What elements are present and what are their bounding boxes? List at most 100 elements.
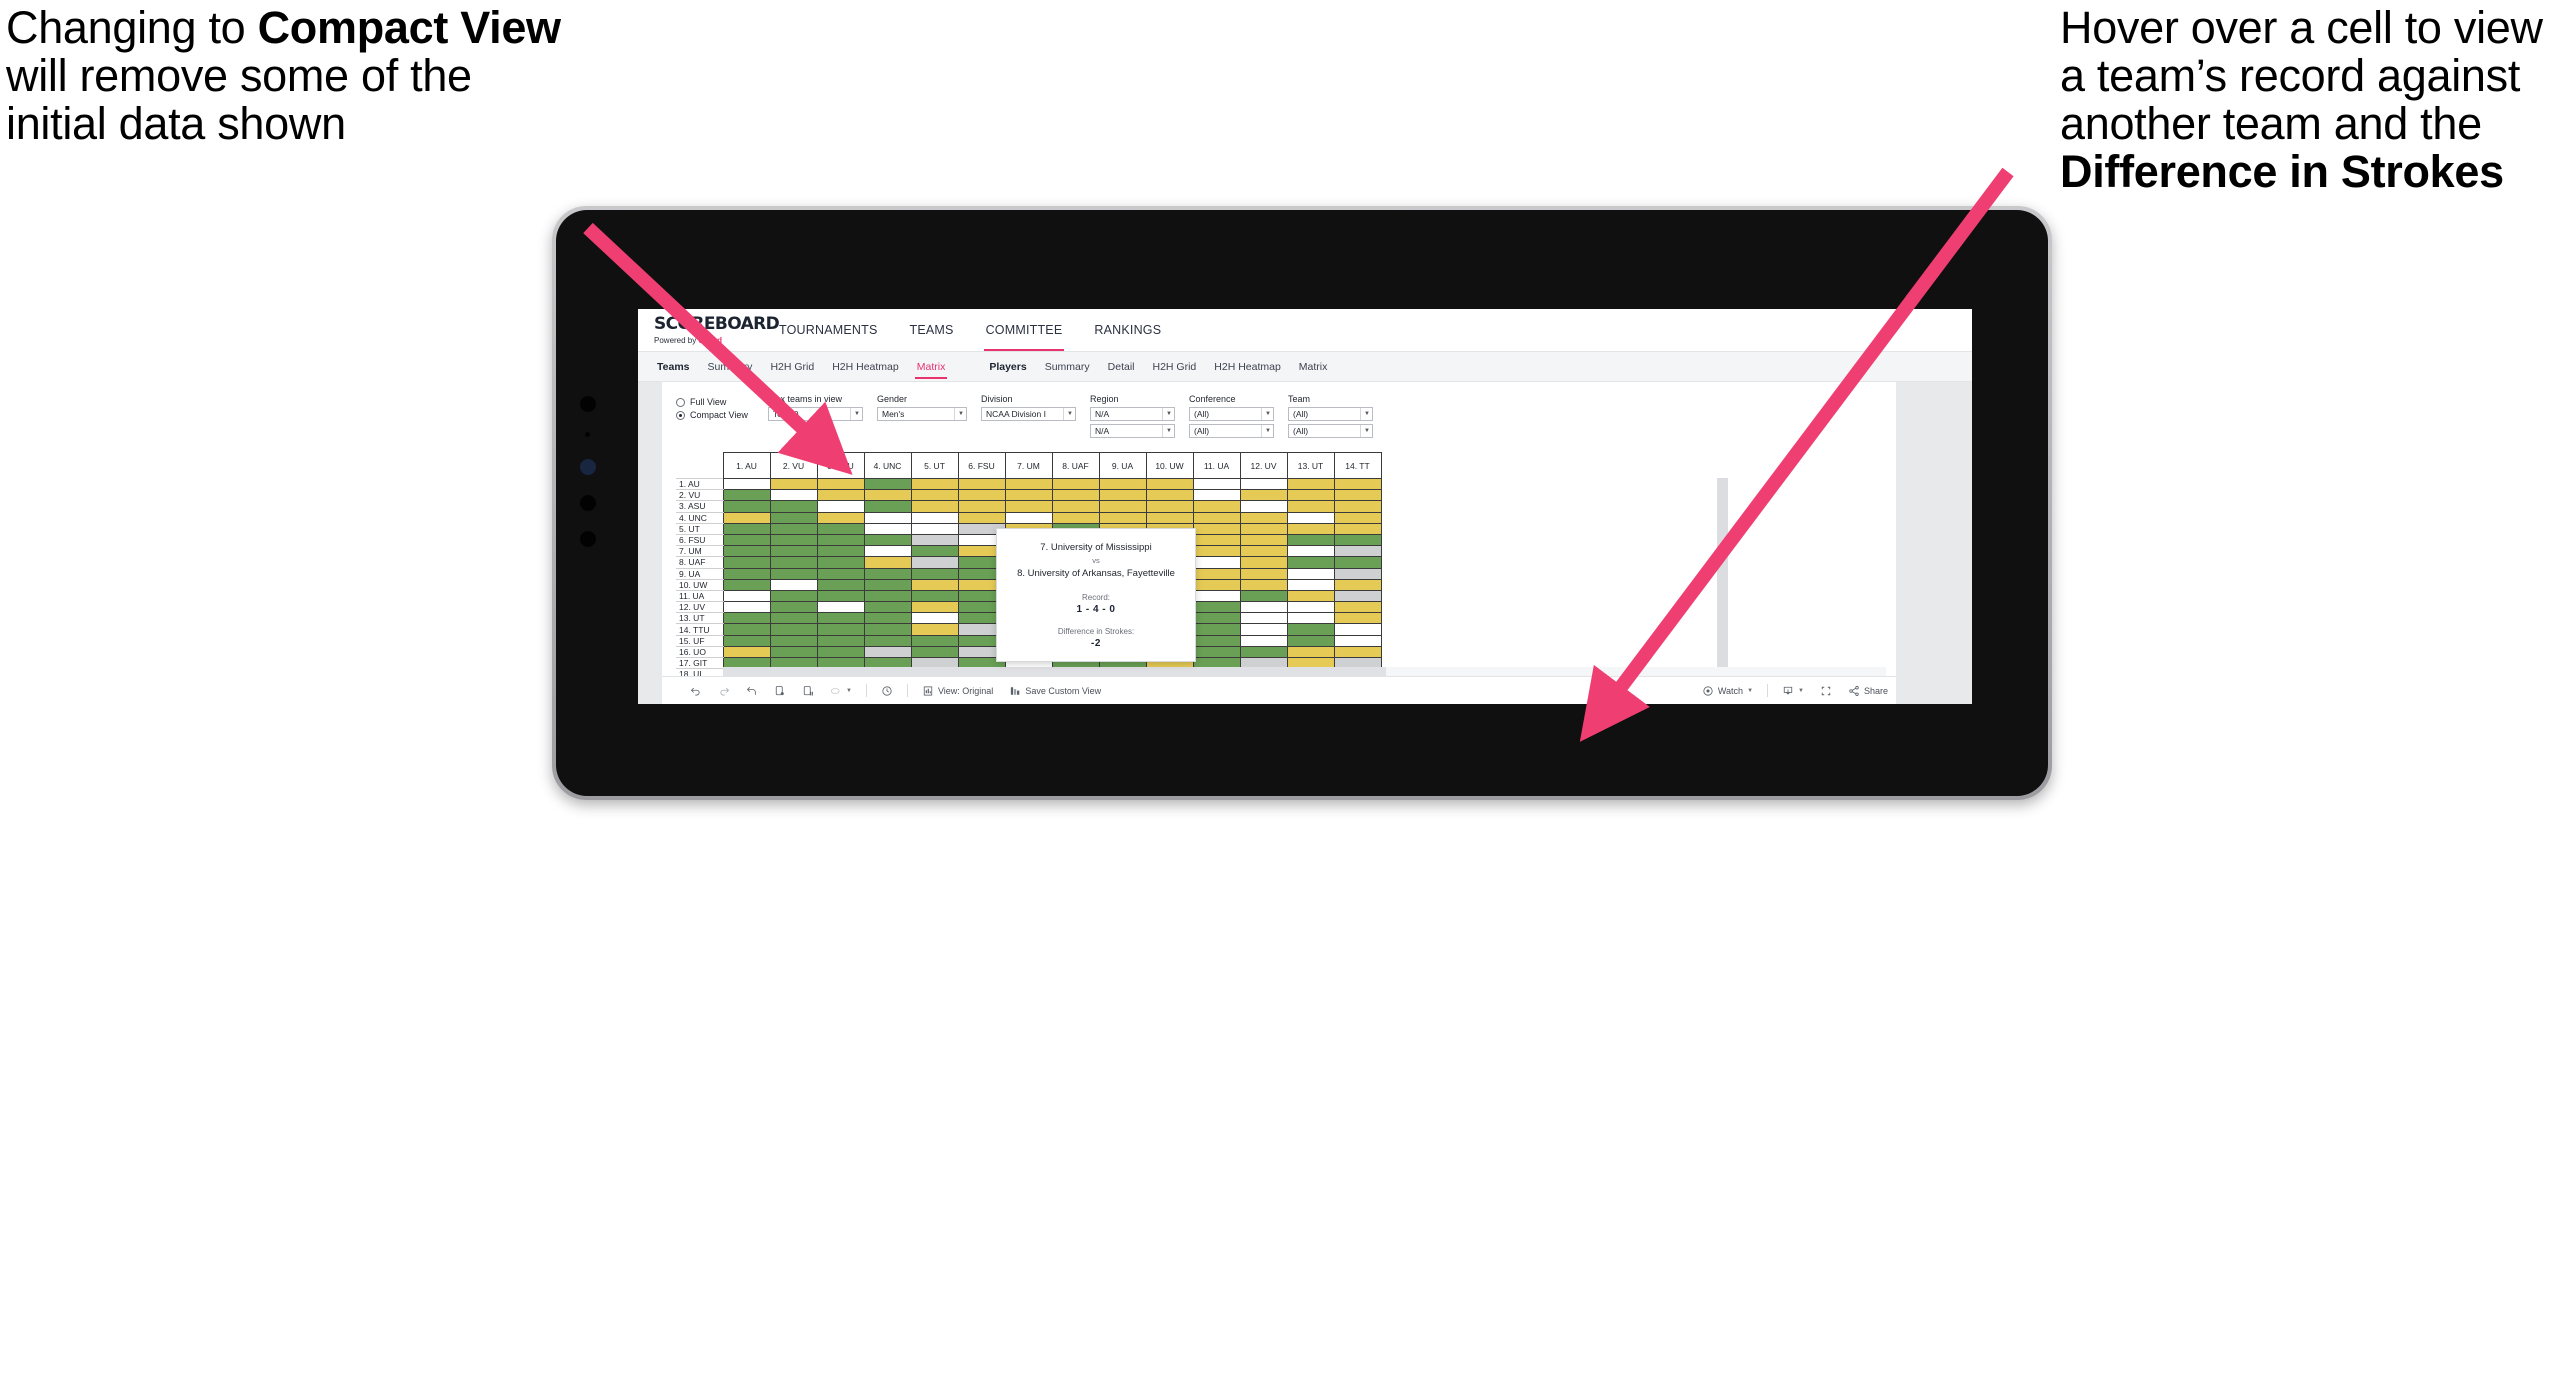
matrix-cell[interactable]: [910, 556, 959, 569]
filter-region-select-2[interactable]: N/A ▼: [1090, 424, 1175, 438]
matrix-cell[interactable]: [910, 511, 959, 524]
matrix-cell[interactable]: [1145, 511, 1194, 524]
matrix-cell[interactable]: [816, 612, 865, 625]
matrix-cell[interactable]: [863, 489, 912, 502]
matrix-cell[interactable]: [1239, 556, 1288, 569]
redo-button[interactable]: [710, 685, 738, 697]
matrix-cell[interactable]: [1192, 645, 1241, 659]
matrix-cell[interactable]: [816, 522, 865, 535]
matrix-cell[interactable]: [816, 545, 865, 558]
matrix-cell[interactable]: [863, 556, 912, 569]
matrix-cell[interactable]: [1333, 634, 1382, 647]
matrix-cell[interactable]: [863, 634, 912, 647]
matrix-cell[interactable]: [863, 612, 912, 625]
matrix-cell[interactable]: [1286, 645, 1335, 659]
matrix-cell[interactable]: [1333, 533, 1382, 547]
matrix-cell[interactable]: [957, 477, 1006, 491]
matrix-cell[interactable]: [769, 634, 818, 647]
matrix-cell[interactable]: [816, 623, 865, 636]
matrix-cell[interactable]: [1333, 545, 1382, 558]
matrix-cell[interactable]: [1333, 522, 1382, 535]
matrix-cell[interactable]: [769, 533, 818, 547]
matrix-cell[interactable]: [1286, 578, 1335, 591]
matrix-cell[interactable]: [1192, 500, 1241, 513]
filter-team-select-2[interactable]: (All) ▼: [1288, 424, 1373, 438]
matrix-cell[interactable]: [957, 511, 1006, 524]
watch-button[interactable]: Watch ▼: [1694, 685, 1761, 697]
subnav-players-h2h-grid[interactable]: H2H Grid: [1144, 352, 1206, 381]
matrix-cell[interactable]: [1286, 477, 1335, 491]
matrix-cell[interactable]: [722, 489, 771, 502]
download-button[interactable]: ▼: [1774, 685, 1812, 697]
matrix-cell[interactable]: [1239, 589, 1288, 603]
matrix-cell[interactable]: [769, 645, 818, 659]
matrix-cell[interactable]: [1192, 589, 1241, 603]
matrix-cell[interactable]: [769, 489, 818, 502]
subnav-teams-summary[interactable]: Summary: [699, 352, 762, 381]
matrix-cell[interactable]: [910, 522, 959, 535]
matrix-cell[interactable]: [863, 533, 912, 547]
matrix-cell[interactable]: [816, 645, 865, 659]
matrix-cell[interactable]: [863, 567, 912, 580]
matrix-cell[interactable]: [1286, 533, 1335, 547]
matrix-cell[interactable]: [1051, 489, 1100, 502]
matrix-cell[interactable]: [863, 500, 912, 513]
matrix-cell[interactable]: [769, 578, 818, 591]
matrix-cell[interactable]: [722, 623, 771, 636]
h2h-matrix[interactable]: 1. AU 2. VU 3. ASU 4. UNC 5. UT 6. FSU 7. UM 8.…: [676, 452, 1896, 704]
matrix-cell[interactable]: [1239, 601, 1288, 614]
matrix-cell[interactable]: [769, 567, 818, 580]
matrix-cell[interactable]: [1192, 612, 1241, 625]
matrix-cell[interactable]: [769, 612, 818, 625]
matrix-cell[interactable]: [1051, 477, 1100, 491]
matrix-cell[interactable]: [957, 500, 1006, 513]
matrix-cell[interactable]: [957, 489, 1006, 502]
matrix-cell[interactable]: [910, 589, 959, 603]
matrix-cell[interactable]: [769, 522, 818, 535]
matrix-cell[interactable]: [1145, 500, 1194, 513]
filter-gender-select[interactable]: Men's ▼: [877, 407, 967, 421]
matrix-cell[interactable]: [1239, 612, 1288, 625]
matrix-cell[interactable]: [1145, 489, 1194, 502]
matrix-cell[interactable]: [1333, 645, 1382, 659]
matrix-cell[interactable]: [1004, 477, 1053, 491]
matrix-cell[interactable]: [1286, 522, 1335, 535]
matrix-cell[interactable]: [910, 623, 959, 636]
matrix-cell[interactable]: [863, 589, 912, 603]
matrix-cell[interactable]: [910, 612, 959, 625]
matrix-cell[interactable]: [816, 500, 865, 513]
matrix-cell[interactable]: [1051, 511, 1100, 524]
matrix-cell[interactable]: [910, 601, 959, 614]
matrix-cell[interactable]: [863, 645, 912, 659]
matrix-cell[interactable]: [816, 533, 865, 547]
matrix-cell[interactable]: [816, 567, 865, 580]
matrix-cell[interactable]: [816, 511, 865, 524]
matrix-cell[interactable]: [1333, 511, 1382, 524]
matrix-cell[interactable]: [769, 500, 818, 513]
fullscreen-button[interactable]: [1812, 685, 1840, 697]
matrix-cell[interactable]: [1333, 601, 1382, 614]
matrix-cell[interactable]: [722, 533, 771, 547]
matrix-cell[interactable]: [1098, 477, 1147, 491]
matrix-horizontal-scrollbar[interactable]: [723, 667, 1886, 676]
matrix-cell[interactable]: [1192, 556, 1241, 569]
matrix-cell[interactable]: [816, 589, 865, 603]
matrix-cell[interactable]: [1333, 567, 1382, 580]
matrix-cell[interactable]: [1145, 477, 1194, 491]
matrix-cell[interactable]: [1192, 522, 1241, 535]
matrix-cell[interactable]: [1004, 489, 1053, 502]
matrix-cell[interactable]: [769, 545, 818, 558]
radio-compact-view[interactable]: Compact View: [676, 409, 768, 422]
matrix-cell[interactable]: [1239, 522, 1288, 535]
matrix-cell[interactable]: [722, 567, 771, 580]
matrix-cell[interactable]: [863, 623, 912, 636]
matrix-cell[interactable]: [1098, 500, 1147, 513]
matrix-cell[interactable]: [910, 500, 959, 513]
matrix-cell[interactable]: [1239, 489, 1288, 502]
matrix-cell[interactable]: [863, 578, 912, 591]
matrix-cell[interactable]: [1286, 634, 1335, 647]
matrix-cell[interactable]: [1286, 556, 1335, 569]
nav-tab-tournaments[interactable]: TOURNAMENTS: [763, 309, 894, 351]
matrix-cell[interactable]: [722, 545, 771, 558]
matrix-cell[interactable]: [1192, 533, 1241, 547]
